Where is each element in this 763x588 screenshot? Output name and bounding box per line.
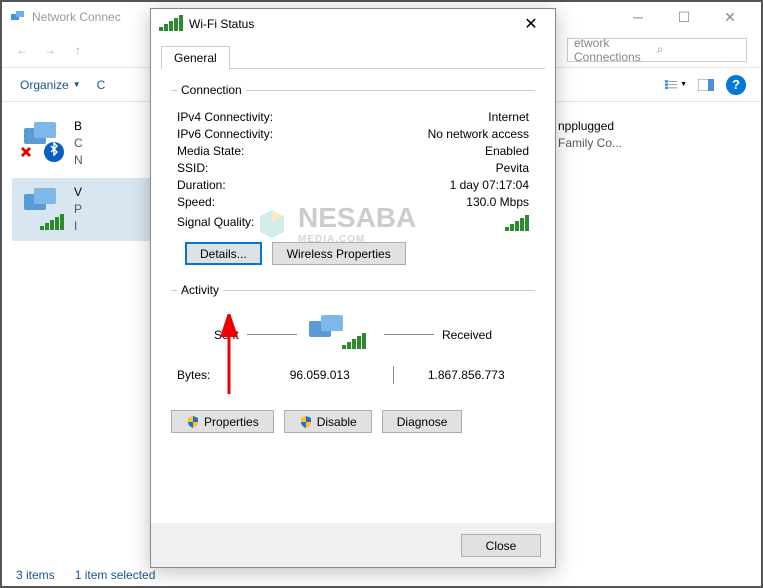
ipv6-value: No network access — [327, 127, 529, 141]
wifi-connection-icon — [18, 184, 66, 232]
close-button[interactable]: ✕ — [707, 2, 753, 32]
dialog-close-button[interactable]: ✕ — [515, 9, 547, 39]
ssid-label: SSID: — [177, 161, 327, 175]
network-icon — [10, 9, 26, 25]
up-button[interactable]: ↑ — [66, 38, 90, 62]
ipv4-value: Internet — [327, 110, 529, 124]
disable-button[interactable]: Disable — [284, 410, 372, 433]
ipv4-label: IPv4 Connectivity: — [177, 110, 327, 124]
signal-quality-label: Signal Quality: — [177, 215, 327, 234]
connection-item-ethernet[interactable]: npplugged Family Co... — [552, 112, 763, 158]
ipv6-label: IPv6 Connectivity: — [177, 127, 327, 141]
conn-line2: npplugged — [558, 118, 763, 135]
bytes-sent-value: 96.059.013 — [257, 368, 383, 382]
shield-icon — [186, 415, 200, 429]
bytes-label: Bytes: — [177, 368, 257, 382]
media-state-label: Media State: — [177, 144, 327, 158]
forward-button[interactable]: → — [38, 38, 62, 62]
computer-activity-icon — [305, 313, 376, 356]
duration-value: 1 day 07:17:04 — [327, 178, 529, 192]
status-selected-count: 1 item selected — [75, 568, 156, 582]
received-label: Received — [442, 328, 492, 342]
connection-legend: Connection — [177, 83, 246, 97]
properties-button[interactable]: Properties — [171, 410, 274, 433]
speed-value: 130.0 Mbps — [327, 195, 529, 209]
preview-pane-icon[interactable] — [695, 74, 717, 96]
dialog-footer: Close — [151, 523, 555, 567]
signal-quality-value — [327, 215, 529, 234]
activity-legend: Activity — [177, 283, 223, 297]
dialog-title: Wi-Fi Status — [189, 17, 515, 31]
shield-icon — [299, 415, 313, 429]
minimize-button[interactable]: ─ — [615, 2, 661, 32]
organize-button[interactable]: Organize ▼ — [12, 74, 89, 96]
sent-label: Sent — [214, 328, 239, 342]
view-layout-icon[interactable]: ▼ — [665, 74, 687, 96]
help-icon[interactable]: ? — [725, 74, 747, 96]
back-button[interactable]: ← — [10, 38, 34, 62]
details-button[interactable]: Details... — [185, 242, 262, 265]
dialog-titlebar: Wi-Fi Status ✕ — [151, 9, 555, 39]
wifi-status-dialog: Wi-Fi Status ✕ General Connection IPv4 C… — [150, 8, 556, 568]
bluetooth-connection-icon — [18, 118, 66, 166]
search-placeholder: etwork Connections — [574, 36, 657, 64]
ssid-value: Pevita — [327, 161, 529, 175]
wifi-signal-icon — [159, 15, 183, 34]
media-state-value: Enabled — [327, 144, 529, 158]
connection-group: Connection IPv4 Connectivity:Internet IP… — [171, 83, 535, 275]
search-icon: ⌕ — [657, 42, 740, 57]
speed-label: Speed: — [177, 195, 327, 209]
duration-label: Duration: — [177, 178, 327, 192]
search-box[interactable]: etwork Connections ⌕ — [567, 38, 747, 62]
wireless-properties-button[interactable]: Wireless Properties — [272, 242, 406, 265]
diagnose-button[interactable]: Diagnose — [382, 410, 463, 433]
activity-group: Activity Sent Received — [171, 283, 535, 396]
toolbar-c[interactable]: C — [89, 74, 114, 96]
bytes-received-value: 1.867.856.773 — [404, 368, 530, 382]
tab-general[interactable]: General — [161, 46, 230, 69]
tab-row: General — [161, 45, 545, 69]
close-button[interactable]: Close — [461, 534, 541, 557]
signal-bars-icon — [505, 215, 529, 231]
status-item-count: 3 items — [16, 568, 55, 582]
maximize-button[interactable]: ☐ — [661, 2, 707, 32]
conn-line3: Family Co... — [558, 135, 763, 152]
activity-diagram: Sent Received — [177, 313, 529, 356]
